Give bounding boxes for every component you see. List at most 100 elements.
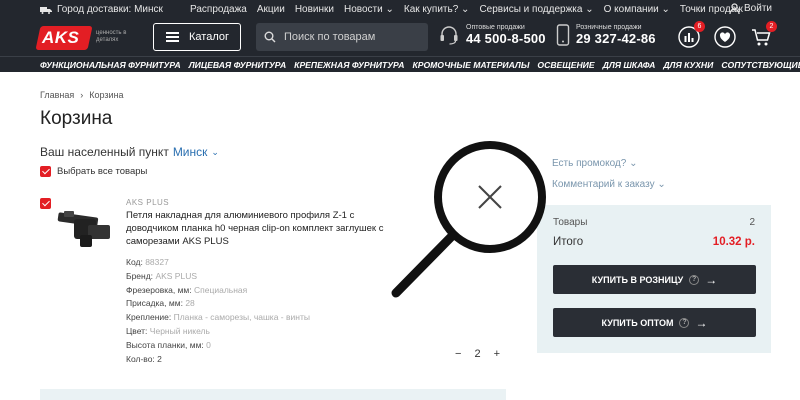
category-face[interactable]: ЛИЦЕВАЯ ФУРНИТУРА [189,60,286,70]
spec-value: AKS PLUS [155,270,198,281]
logo[interactable]: AKS ценность в деталях [30,22,140,54]
logo-text: AKS [42,28,80,47]
spec-label: Кол-во: [126,353,155,364]
quantity-stepper: − 2 + [455,348,500,360]
nav-services[interactable]: Сервисы и поддержка ⌄ [479,4,593,15]
nav-news-label: Новости [344,4,383,15]
product-brand-tag: AKS PLUS [126,198,170,207]
buy-wholesale-button[interactable]: КУПИТЬ ОПТОМ ? → [553,308,756,337]
category-functional[interactable]: ФУНКЦИОНАЛЬНАЯ ФУРНИТУРА [40,60,181,70]
product-image[interactable] [52,203,118,253]
heart-icon [714,26,736,48]
headset-icon [440,26,458,45]
category-kitchen[interactable]: ДЛЯ КУХНИ [663,60,713,70]
main-header: AKS ценность в деталях Каталог Оптовые п… [0,20,800,56]
catalog-button[interactable]: Каталог [153,23,241,51]
login-link[interactable]: Войти [729,3,772,14]
spec-row: Кол-во: 2 [126,353,310,367]
items-label: Товары [553,217,588,228]
compare-badge: 6 [694,21,705,32]
spec-label: Присадка, мм: [126,298,183,309]
nav-how-to-buy-label: Как купить? [403,4,459,15]
select-all-label: Выбрать все товары [57,166,148,177]
breadcrumb-home[interactable]: Главная [40,90,74,100]
top-nav: Распродажа Акции Новинки Новости ⌄ Как к… [190,4,743,15]
order-comment-link[interactable]: Комментарий к заказу ⌄ [552,179,666,190]
spec-label: Цвет: [126,325,148,336]
login-label: Войти [744,3,772,14]
spec-label: Фрезеровка, мм: [126,284,192,295]
spec-value: 88327 [145,257,169,267]
magnifier-cursor-icon [391,141,546,298]
retail-label: Розничные продажи [576,24,642,31]
qty-increment-button[interactable]: + [494,348,500,360]
smartphone-icon [556,24,570,46]
cart-button[interactable]: 2 [750,21,777,48]
items-count: 2 [749,217,755,228]
category-lighting[interactable]: ОСВЕЩЕНИЕ [537,60,594,70]
buy-retail-button[interactable]: КУПИТЬ В РОЗНИЦУ ? → [553,265,756,294]
spec-row: Код: 88327 [126,256,310,270]
product-title[interactable]: Петля накладная для алюминиевого профиля… [126,209,396,248]
nav-news[interactable]: Новости ⌄ [344,4,394,15]
promo-label: Есть промокод? [552,158,627,169]
compare-button[interactable]: 6 [678,21,705,48]
favorites-button[interactable] [714,26,736,48]
spec-row: Бренд: AKS PLUS [126,270,310,284]
spec-row: Цвет: Черный никель [126,325,310,339]
locality-label: Ваш населенный пункт [40,145,169,159]
spec-row: Присадка, мм: 28 [126,297,310,311]
select-all-checkbox[interactable] [40,166,51,177]
spec-label: Высота планки, мм: [126,339,204,350]
nav-sale[interactable]: Распродажа [190,4,247,15]
search-icon[interactable] [264,31,276,43]
breadcrumb: Главная › Корзина [40,90,124,100]
spec-row: Крепление: Планка - саморезы, чашка - ви… [126,311,310,325]
nav-about[interactable]: О компании ⌄ [604,4,670,15]
catalog-label: Каталог [189,31,229,43]
header-icons: 6 2 [678,21,777,48]
retail-phone[interactable]: Розничные продажи 29 327-42-86 [556,24,656,46]
promo-code-link[interactable]: Есть промокод? ⌄ [552,158,638,169]
nav-services-label: Сервисы и поддержка [479,4,583,15]
category-related[interactable]: СОПУТСТВУЮЩИЕ [721,60,800,70]
comment-label: Комментарий к заказу [552,179,655,190]
spec-label: Код: [126,257,143,267]
spec-label: Бренд: [126,270,154,281]
logo-slogan: ценность в деталях [96,30,127,43]
search-box [256,23,428,51]
breadcrumb-current: Корзина [89,90,124,100]
chevron-right-icon: › [80,90,84,100]
delivery-city-label: Город доставки: Минск [57,4,163,15]
spec-label: Крепление: [126,312,172,323]
qty-decrement-button[interactable]: − [455,348,461,360]
help-icon[interactable]: ? [689,274,700,285]
spec-row: Фрезеровка, мм: Специальная [126,284,310,298]
total-value: 10.32 р. [712,236,755,248]
select-all[interactable]: Выбрать все товары [40,166,147,177]
locality-city-link[interactable]: Минск [173,145,208,159]
nav-new[interactable]: Новинки [295,4,334,15]
spec-value: Планка - саморезы, чашка - винты [173,312,310,323]
item-checkbox[interactable] [40,198,51,209]
wholesale-phone[interactable]: Оптовые продажи 44 500-8-500 [438,24,546,46]
product-specs: Код: 88327 Бренд: AKS PLUS Фрезеровка, м… [126,256,310,366]
menu-icon [166,32,179,42]
nav-how-to-buy[interactable]: Как купить? ⌄ [404,4,470,15]
cart-badge: 2 [766,21,777,32]
category-wardrobe[interactable]: ДЛЯ ШКАФА [603,60,656,70]
spec-row: Высота планки, мм: 0 [126,339,310,353]
nav-promotions[interactable]: Акции [257,4,285,15]
locality-selector: Ваш населенный пункт Минск ⌄ [40,145,219,159]
help-icon[interactable]: ? [679,317,690,328]
order-summary: Товары 2 Итого 10.32 р. КУПИТЬ В РОЗНИЦУ… [537,205,771,353]
chevron-down-icon[interactable]: ⌄ [211,147,219,158]
category-fastening[interactable]: КРЕПЕЖНАЯ ФУРНИТУРА [294,60,404,70]
arrow-right-icon: → [695,315,708,330]
category-edging[interactable]: КРОМОЧНЫЕ МАТЕРИАЛЫ [412,60,529,70]
chevron-down-icon: ⌄ [657,179,666,190]
buy-retail-label: КУПИТЬ В РОЗНИЦУ [591,274,684,285]
qty-value[interactable]: 2 [474,348,480,360]
delivery-city[interactable]: Город доставки: Минск [40,4,163,15]
search-input[interactable] [284,31,414,43]
